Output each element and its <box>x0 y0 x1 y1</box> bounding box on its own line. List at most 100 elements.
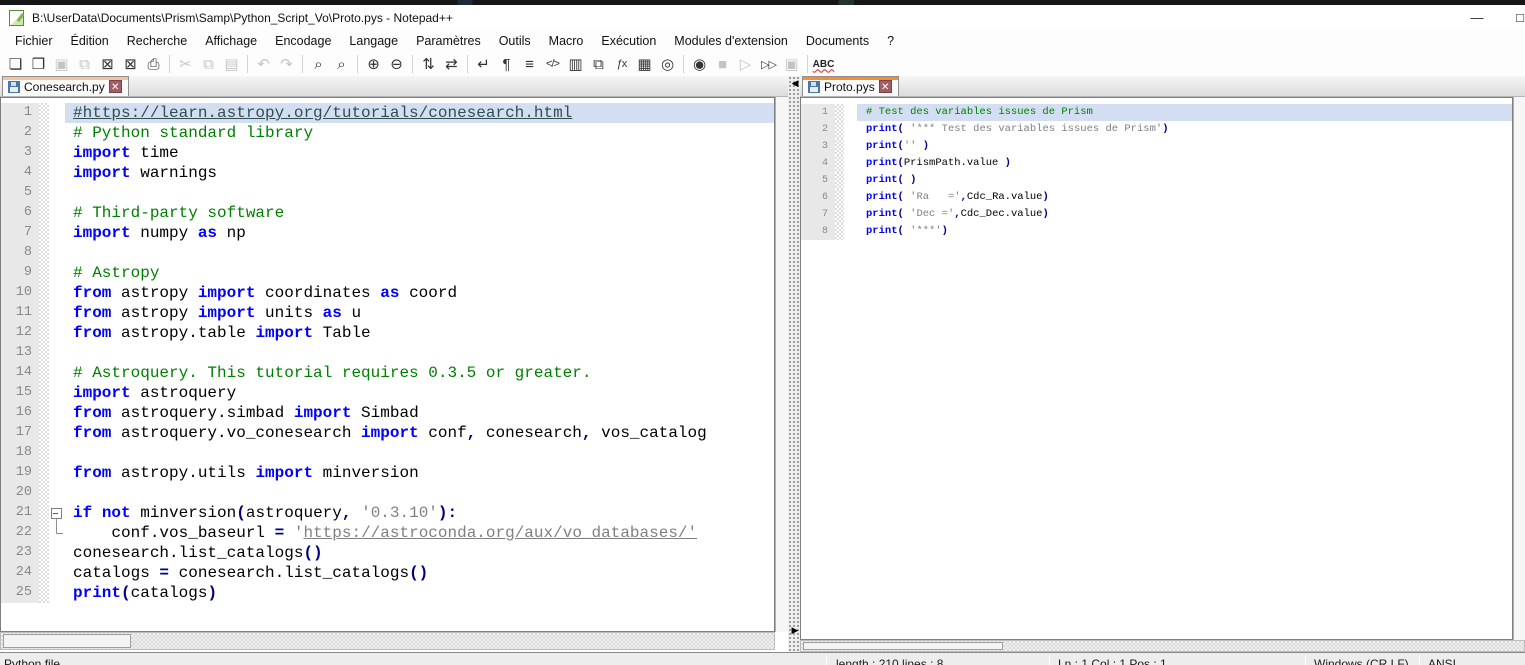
close-all-icon[interactable]: ⊠ <box>119 53 142 75</box>
tab-close-icon[interactable]: ✕ <box>109 80 122 93</box>
close-icon[interactable]: ⊠ <box>96 53 119 75</box>
bookmark-margin[interactable] <box>39 103 49 123</box>
bookmark-margin[interactable] <box>39 543 49 563</box>
scrollbar-thumb[interactable] <box>803 642 1003 650</box>
macro-stop-icon[interactable]: ■ <box>711 53 734 75</box>
bookmark-margin[interactable] <box>39 203 49 223</box>
bookmark-margin[interactable] <box>39 403 49 423</box>
bookmark-margin[interactable] <box>39 323 49 343</box>
indent-guide-icon[interactable]: ≡ <box>518 53 541 75</box>
bookmark-margin[interactable] <box>39 263 49 283</box>
right-editor[interactable]: 1# Test des variables issues de Prism2pr… <box>800 97 1513 640</box>
right-vertical-scrollbar[interactable] <box>1513 97 1525 640</box>
macro-record-icon[interactable]: ◉ <box>688 53 711 75</box>
bookmark-margin[interactable] <box>835 155 844 172</box>
paste-icon[interactable]: ▤ <box>220 53 243 75</box>
macro-play-icon[interactable]: ▷ <box>734 53 757 75</box>
bookmark-margin[interactable] <box>39 523 49 543</box>
menu-item-11[interactable]: Documents <box>797 30 878 52</box>
bookmark-margin[interactable] <box>835 206 844 223</box>
bookmark-margin[interactable] <box>39 463 49 483</box>
sync-vertical-scroll-icon[interactable]: ⇅ <box>417 53 440 75</box>
save-icon[interactable]: ▣ <box>50 53 73 75</box>
save-all-icon[interactable]: ⧉ <box>73 53 96 75</box>
redo-icon[interactable]: ↷ <box>275 53 298 75</box>
menu-item-7[interactable]: Outils <box>490 30 540 52</box>
copy-icon[interactable]: ⧉ <box>197 53 220 75</box>
document-map-icon[interactable]: ▥ <box>564 53 587 75</box>
replace-icon[interactable]: ⌕ <box>330 53 353 75</box>
menu-item-10[interactable]: Modules d'extension <box>665 30 797 52</box>
fold-marker-open-icon[interactable] <box>49 503 65 523</box>
new-file-icon[interactable]: ❏ <box>4 53 27 75</box>
menu-item-8[interactable]: Macro <box>540 30 593 52</box>
cut-icon[interactable]: ✂ <box>174 53 197 75</box>
bookmark-margin[interactable] <box>39 423 49 443</box>
bookmark-margin[interactable] <box>39 303 49 323</box>
scrollbar-thumb[interactable] <box>3 634 131 648</box>
menu-item-4[interactable]: Encodage <box>266 30 340 52</box>
bookmark-margin[interactable] <box>39 583 49 603</box>
menu-item-6[interactable]: Paramètres <box>407 30 490 52</box>
tab-conesearch[interactable]: Conesearch.py ✕ <box>2 76 129 96</box>
macro-save-icon[interactable]: ▣ <box>780 53 803 75</box>
menu-item-12[interactable]: ? <box>878 30 903 52</box>
bookmark-margin[interactable] <box>835 104 844 121</box>
bookmark-margin[interactable] <box>39 223 49 243</box>
bookmark-margin[interactable] <box>39 343 49 363</box>
bookmark-margin[interactable] <box>835 223 844 240</box>
minimize-button[interactable]: — <box>1462 5 1492 30</box>
bookmark-margin[interactable] <box>835 121 844 138</box>
menu-item-9[interactable]: Exécution <box>592 30 665 52</box>
macro-run-multiple-icon[interactable]: ▷▷ <box>757 53 780 75</box>
splitter-collapse-right-icon[interactable]: ▶ <box>789 625 801 636</box>
left-editor[interactable]: 1#https://learn.astropy.org/tutorials/co… <box>0 97 775 632</box>
code-text: print( 'Dec =',Cdc_Dec.value) <box>857 206 1512 223</box>
bookmark-margin[interactable] <box>835 172 844 189</box>
monitoring-icon[interactable]: ◎ <box>656 53 679 75</box>
bookmark-margin[interactable] <box>39 563 49 583</box>
bookmark-margin[interactable] <box>39 383 49 403</box>
find-icon[interactable]: ⌕ <box>307 53 330 75</box>
folder-as-workspace-icon[interactable]: ▦ <box>633 53 656 75</box>
zoom-out-icon[interactable]: ⊖ <box>385 53 408 75</box>
pane-splitter[interactable] <box>788 76 800 652</box>
menu-item-2[interactable]: Recherche <box>118 30 196 52</box>
menu-item-0[interactable]: Fichier <box>6 30 62 52</box>
bookmark-margin[interactable] <box>39 503 49 523</box>
bookmark-margin[interactable] <box>39 243 49 263</box>
bookmark-margin[interactable] <box>39 363 49 383</box>
print-icon[interactable]: ⎙ <box>142 53 165 75</box>
function-list-icon[interactable]: ƒx <box>610 53 633 75</box>
menu-item-5[interactable]: Langage <box>340 30 407 52</box>
show-all-characters-icon[interactable]: ¶ <box>495 53 518 75</box>
left-horizontal-scrollbar[interactable] <box>0 632 775 650</box>
bookmark-margin[interactable] <box>39 143 49 163</box>
maximize-button[interactable]: □ <box>1505 5 1525 30</box>
menu-item-3[interactable]: Affichage <box>196 30 266 52</box>
bookmark-margin[interactable] <box>39 443 49 463</box>
zoom-in-icon[interactable]: ⊕ <box>362 53 385 75</box>
show-wrap-symbol-icon[interactable]: </> <box>541 53 564 75</box>
tab-close-icon[interactable]: ✕ <box>879 80 892 93</box>
word-wrap-icon[interactable]: ↵ <box>472 53 495 75</box>
code-text: from astropy import coordinates as coord <box>65 283 774 303</box>
splitter-collapse-left-icon[interactable]: ◀ <box>789 78 801 89</box>
menu-item-1[interactable]: Édition <box>62 30 118 52</box>
tab-proto[interactable]: Proto.pys ✕ <box>802 76 899 96</box>
open-file-icon[interactable]: ❒ <box>27 53 50 75</box>
bookmark-margin[interactable] <box>835 138 844 155</box>
bookmark-margin[interactable] <box>39 483 49 503</box>
bookmark-margin[interactable] <box>835 189 844 206</box>
right-horizontal-scrollbar[interactable] <box>800 640 1525 652</box>
document-list-icon[interactable]: ⧉ <box>587 53 610 75</box>
bookmark-margin[interactable] <box>39 163 49 183</box>
sync-horizontal-scroll-icon[interactable]: ⇄ <box>440 53 463 75</box>
undo-icon[interactable]: ↶ <box>252 53 275 75</box>
bookmark-margin[interactable] <box>39 123 49 143</box>
bookmark-margin[interactable] <box>39 283 49 303</box>
spell-check-icon[interactable]: ABC <box>812 53 835 75</box>
line-number: 1 <box>801 104 835 121</box>
left-vertical-scrollbar[interactable] <box>775 97 788 632</box>
bookmark-margin[interactable] <box>39 183 49 203</box>
